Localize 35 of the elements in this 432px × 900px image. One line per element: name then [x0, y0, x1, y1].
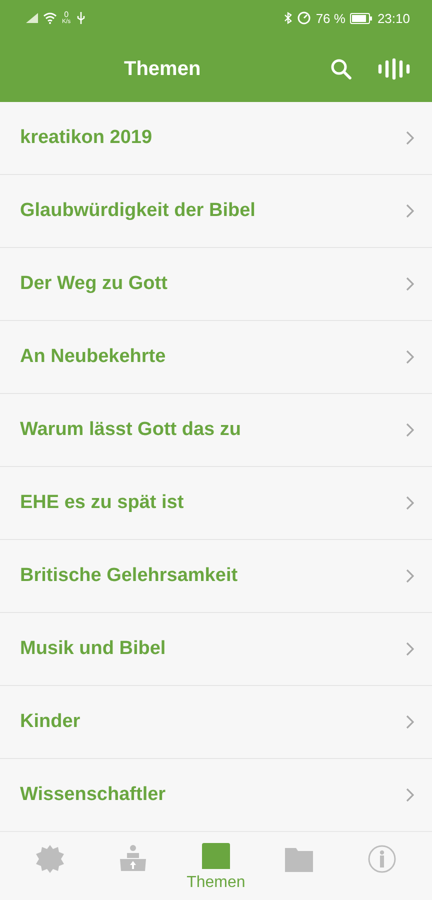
- chevron-right-icon: [406, 788, 414, 802]
- gauge-icon: [296, 11, 311, 25]
- sound-bars-icon[interactable]: [378, 58, 410, 80]
- chevron-right-icon: [406, 569, 414, 583]
- chevron-right-icon: [406, 277, 414, 291]
- chevron-right-icon: [406, 642, 414, 656]
- battery-icon: [350, 12, 372, 24]
- chevron-right-icon: [406, 350, 414, 364]
- chevron-right-icon: [406, 496, 414, 510]
- topic-item[interactable]: Britische Gelehrsamkeit: [0, 540, 432, 613]
- signal-icon: [26, 13, 38, 23]
- wifi-icon: [43, 12, 57, 24]
- new-badge-icon: [34, 844, 65, 874]
- screen-title: Themen: [124, 58, 201, 80]
- topic-item[interactable]: Kinder: [0, 686, 432, 759]
- network-speed-value: 0: [64, 11, 69, 19]
- chevron-right-icon: [406, 204, 414, 218]
- chevron-right-icon: [406, 423, 414, 437]
- bluetooth-icon: [284, 12, 292, 24]
- topic-item[interactable]: An Neubekehrte: [0, 321, 432, 394]
- clock-time: 23:10: [377, 10, 410, 26]
- battery-percent: 76 %: [316, 10, 346, 26]
- info-icon: [367, 844, 398, 874]
- topic-item[interactable]: Warum lässt Gott das zu: [0, 394, 432, 467]
- chevron-right-icon: [406, 131, 414, 145]
- nav-tab[interactable]: Themen: [180, 832, 251, 894]
- topic-item[interactable]: Musik und Bibel: [0, 613, 432, 686]
- search-icon[interactable]: [330, 58, 352, 80]
- topic-item[interactable]: Der Weg zu Gott: [0, 248, 432, 321]
- usb-icon: [76, 11, 86, 25]
- person-upload-icon: [118, 844, 148, 874]
- topic-item[interactable]: kreatikon 2019: [0, 102, 432, 175]
- topic-item[interactable]: EHE es zu spät ist: [0, 467, 432, 540]
- topic-item[interactable]: Glaubwürdigkeit der Bibel: [0, 175, 432, 248]
- chevron-right-icon: [406, 715, 414, 729]
